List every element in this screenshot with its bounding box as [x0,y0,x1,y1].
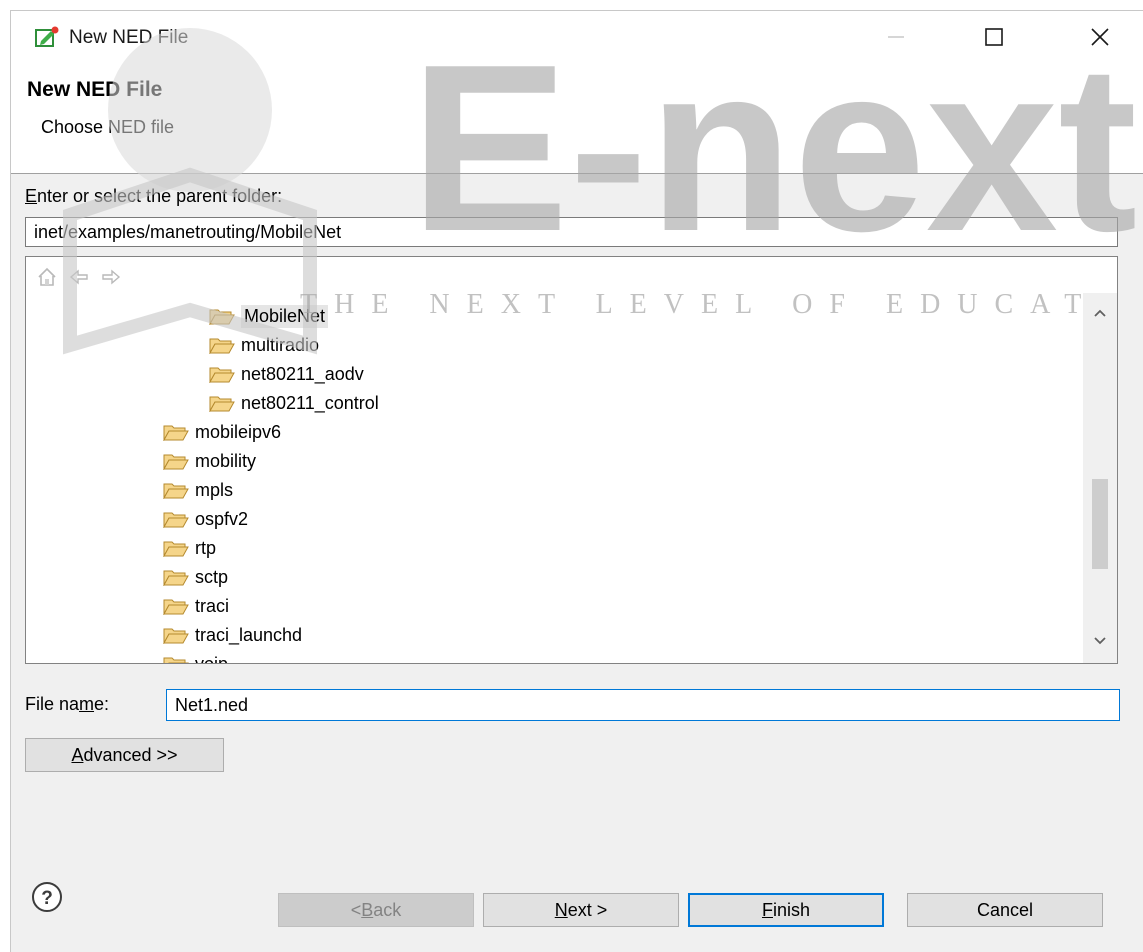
svg-text:?: ? [41,888,53,909]
parent-folder-input[interactable] [25,217,1118,247]
tree-item[interactable]: net80211_control [209,390,379,416]
close-icon [1091,28,1109,46]
tree-item[interactable]: net80211_aodv [209,361,364,387]
chevron-down-icon[interactable] [1092,633,1108,649]
home-icon[interactable] [36,266,58,288]
tree-item[interactable]: MobileNet [209,303,329,329]
open-folder-icon [209,309,235,325]
tree-item[interactable]: multiradio [209,332,319,358]
tree-item-label: mpls [195,479,234,500]
file-name-input[interactable] [166,689,1120,721]
wizard-title: New NED File [27,78,163,101]
next-button[interactable]: Next > [483,893,679,927]
help-icon[interactable]: ? [30,880,64,914]
parent-folder-label: Enter or select the parent folder: [25,186,283,206]
forward-arrow-icon[interactable] [100,266,122,288]
tree-item[interactable]: traci_launchd [163,622,302,648]
wizard-header: New NED File Choose NED file [11,61,1143,174]
open-folder-icon [163,657,189,663]
open-folder-icon [209,396,235,412]
tree-item-label: traci [195,595,230,616]
tree-item[interactable]: mobility [163,448,256,474]
open-folder-icon [163,628,189,644]
tree-item-label: traci_launchd [195,624,303,645]
advanced-button[interactable]: Advanced >> [25,738,224,772]
close-button[interactable] [1077,21,1123,53]
tree-toolbar [36,263,122,291]
open-folder-icon [163,454,189,470]
open-folder-icon [163,483,189,499]
finish-button[interactable]: Finish [688,893,884,927]
tree-item-label: ospfv2 [195,508,249,529]
file-name-label: File name: [25,694,110,714]
wizard-subtitle: Choose NED file [41,117,175,137]
tree-item[interactable]: traci [163,593,229,619]
folder-tree[interactable]: MobileNet multiradio net80211_aodv net80211… [25,256,1118,664]
open-folder-icon [163,425,189,441]
tree-item-label: rtp [195,537,217,558]
tree-item[interactable]: mpls [163,477,233,503]
tree-item-label: MobileNet [241,304,329,328]
title-bar[interactable]: New NED File [11,11,1143,61]
open-folder-icon [209,367,235,383]
cancel-button[interactable]: Cancel [907,893,1103,927]
maximize-icon [985,28,1003,46]
new-file-app-icon [35,26,59,47]
back-button[interactable]: < Back [278,893,474,927]
tree-item[interactable]: rtp [163,535,216,561]
open-folder-icon [209,338,235,354]
vertical-scrollbar[interactable] [1083,293,1117,663]
tree-item-label: net80211_control [241,392,379,413]
open-folder-icon [163,541,189,557]
open-folder-icon [163,570,189,586]
scrollbar-thumb[interactable] [1092,479,1108,569]
tree-item-label: mobileipv6 [195,421,282,442]
open-folder-icon [163,512,189,528]
tree-item[interactable]: mobileipv6 [163,419,281,445]
window-title: New NED File [69,27,189,48]
tree-item-label: voip [195,653,229,664]
tree-item-label: sctp [195,566,229,587]
tree-item[interactable]: sctp [163,564,228,590]
tree-item-label: multiradio [241,334,320,355]
tree-item[interactable]: ospfv2 [163,506,248,532]
minimize-icon [888,36,904,38]
tree-item-label: net80211_aodv [241,363,364,384]
open-folder-icon [163,599,189,615]
maximize-button[interactable] [971,21,1017,53]
tree-item-label: mobility [195,450,257,471]
tree-item[interactable]: voip [163,651,229,664]
chevron-up-icon[interactable] [1092,305,1108,321]
back-arrow-icon[interactable] [68,266,90,288]
minimize-button[interactable] [873,21,919,53]
